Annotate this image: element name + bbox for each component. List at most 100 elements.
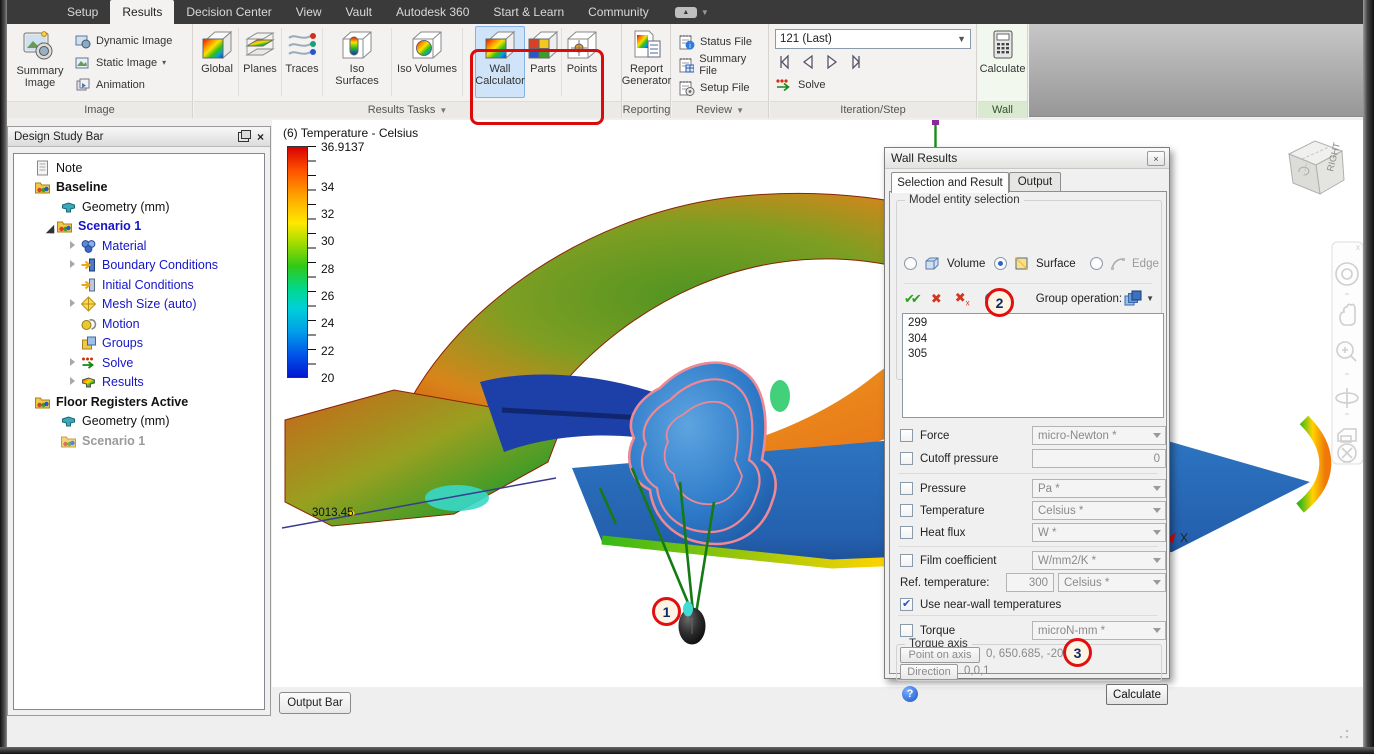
tree-collapsed-arrow[interactable]: [68, 377, 78, 387]
pressure-unit-select[interactable]: Pa *: [1032, 479, 1166, 498]
help-icon[interactable]: ?: [902, 686, 918, 702]
summary-image-button[interactable]: Summary Image: [9, 26, 71, 89]
global-button[interactable]: Global: [196, 26, 238, 98]
tree-item-material[interactable]: Material: [14, 236, 264, 256]
step-first-button[interactable]: [775, 54, 792, 70]
menu-tab-start-learn[interactable]: Start & Learn: [481, 0, 576, 24]
menu-tab-view[interactable]: View: [284, 0, 334, 24]
tab-output[interactable]: Output: [1009, 172, 1061, 191]
menu-tab-setup[interactable]: Setup: [55, 0, 110, 24]
tree-item-scenario1-floor[interactable]: Scenario 1: [14, 431, 264, 451]
dialog-close-button[interactable]: ×: [1147, 151, 1165, 166]
tree-item-scenario1-baseline[interactable]: Scenario 1: [14, 217, 264, 237]
film-coefficient-checkbox[interactable]: [900, 554, 913, 567]
torque-checkbox[interactable]: [900, 624, 913, 637]
radio-volume[interactable]: Volume: [904, 254, 985, 273]
viewport-3d[interactable]: 3013.45 X (6) Temperature - Celsius 36.9…: [272, 120, 1369, 687]
tree-item-note[interactable]: Note: [14, 158, 264, 178]
points-button[interactable]: Points: [562, 26, 602, 98]
group-operation-control[interactable]: Group operation: ▼: [1036, 290, 1154, 307]
radio-button-selected[interactable]: [994, 257, 1007, 270]
view-cube[interactable]: RIGHT: [1279, 134, 1351, 208]
force-unit-select[interactable]: micro-Newton *: [1032, 426, 1166, 445]
menu-tab-autodesk-360[interactable]: Autodesk 360: [384, 0, 481, 24]
iso-volumes-button[interactable]: Iso Volumes: [392, 26, 462, 98]
iso-surfaces-button[interactable]: Iso Surfaces: [323, 26, 391, 98]
tab-selection-and-result[interactable]: Selection and Result: [891, 172, 1009, 193]
float-panel-icon[interactable]: [237, 129, 251, 142]
tree-item-geometry-floor[interactable]: Geometry (mm): [14, 412, 264, 432]
tree-collapsed-arrow[interactable]: [68, 299, 78, 309]
remove-all-icon[interactable]: ✖x: [955, 290, 970, 308]
resize-grip[interactable]: [1339, 729, 1349, 739]
tree-item-geometry-baseline[interactable]: Geometry (mm): [14, 197, 264, 217]
torque-unit-select[interactable]: microN-mm *: [1032, 621, 1166, 640]
traces-button[interactable]: Traces: [282, 26, 322, 98]
tree-item-results[interactable]: Results: [14, 373, 264, 393]
solve-button[interactable]: Solve: [775, 76, 971, 93]
ref-temperature-unit-select[interactable]: Celsius *: [1058, 573, 1166, 592]
animation-button[interactable]: Animation: [75, 76, 172, 93]
list-item[interactable]: 299: [908, 317, 1158, 333]
tree-collapsed-arrow[interactable]: [68, 357, 78, 368]
film-coefficient-unit-select[interactable]: W/mm2/K *: [1032, 551, 1166, 570]
radio-surface[interactable]: Surface: [994, 254, 1076, 273]
step-forward-button[interactable]: [824, 54, 840, 70]
close-panel-icon[interactable]: ×: [257, 130, 264, 144]
iteration-select[interactable]: 121 (Last) ▼: [775, 29, 971, 49]
calculate-button[interactable]: Calculate: [1106, 684, 1168, 705]
dynamic-image-button[interactable]: Dynamic Image: [75, 32, 172, 49]
tree-item-groups[interactable]: Groups: [14, 334, 264, 354]
menu-tab-community[interactable]: Community: [576, 0, 661, 24]
setup-file-button[interactable]: Setup File: [678, 79, 764, 96]
tree-item-initial-conditions[interactable]: Initial Conditions: [14, 275, 264, 295]
report-generator-button[interactable]: Report Generator: [622, 26, 671, 87]
summary-file-button[interactable]: Summary File: [678, 53, 764, 77]
list-item[interactable]: 304: [908, 333, 1158, 349]
navigation-bar[interactable]: x: [1331, 238, 1365, 468]
tree-item-solve[interactable]: Solve: [14, 353, 264, 373]
parts-button[interactable]: Parts: [525, 26, 561, 98]
radio-edge[interactable]: Edge: [1090, 254, 1159, 273]
group-label-results-tasks[interactable]: Results Tasks ▼: [194, 101, 621, 118]
ref-temperature-input[interactable]: 300: [1006, 573, 1054, 592]
status-file-button[interactable]: i Status File: [678, 33, 764, 50]
tree-collapsed-arrow[interactable]: [68, 260, 78, 270]
apply-selection-icon[interactable]: ✔✔: [904, 291, 922, 307]
remove-selection-icon[interactable]: ✖: [931, 291, 942, 307]
tree-item-motion[interactable]: Motion: [14, 314, 264, 334]
cutoff-pressure-input[interactable]: 0: [1032, 449, 1166, 468]
navbar-close-icon[interactable]: x: [1356, 243, 1360, 252]
static-image-button[interactable]: Static Image ▾: [75, 54, 172, 71]
near-wall-checkbox[interactable]: [900, 597, 913, 611]
direction-button[interactable]: Direction: [900, 664, 958, 680]
tree-item-floor-registers-active[interactable]: Floor Registers Active: [14, 392, 264, 412]
heat-flux-checkbox[interactable]: [900, 526, 913, 539]
tree-expanded-arrow[interactable]: [44, 221, 54, 231]
cutoff-pressure-checkbox[interactable]: [900, 452, 913, 465]
heat-flux-unit-select[interactable]: W *: [1032, 523, 1166, 542]
temperature-checkbox[interactable]: [900, 504, 913, 517]
menu-tab-results[interactable]: Results: [110, 0, 175, 24]
menu-tab-vault[interactable]: Vault: [334, 0, 384, 24]
tree-item-baseline[interactable]: Baseline: [14, 178, 264, 198]
tree-item-boundary-conditions[interactable]: Boundary Conditions: [14, 256, 264, 276]
group-label-review[interactable]: Review ▼: [672, 101, 768, 118]
surface-selection-list[interactable]: 299 304 305: [902, 313, 1164, 418]
step-last-button[interactable]: [848, 54, 865, 70]
tree-collapsed-arrow[interactable]: [68, 240, 78, 251]
step-back-button[interactable]: [800, 54, 816, 70]
point-on-axis-button[interactable]: Point on axis: [900, 647, 980, 663]
wall-calculator-button[interactable]: Wall Calculator: [475, 26, 525, 98]
pressure-checkbox[interactable]: [900, 482, 913, 495]
list-item[interactable]: 305: [908, 348, 1158, 364]
menu-tab-decision-center[interactable]: Decision Center: [174, 0, 283, 24]
temperature-unit-select[interactable]: Celsius *: [1032, 501, 1166, 520]
force-checkbox[interactable]: [900, 429, 913, 442]
refresh-icon[interactable]: [983, 291, 998, 306]
calculate-ribbon-button[interactable]: Calculate: [980, 26, 1025, 75]
radio-button[interactable]: [904, 257, 917, 270]
output-bar-button[interactable]: Output Bar: [279, 692, 351, 714]
ribbon-options-button[interactable]: ▲ ▼: [674, 0, 709, 24]
dialog-title-bar[interactable]: Wall Results: [885, 148, 1169, 169]
